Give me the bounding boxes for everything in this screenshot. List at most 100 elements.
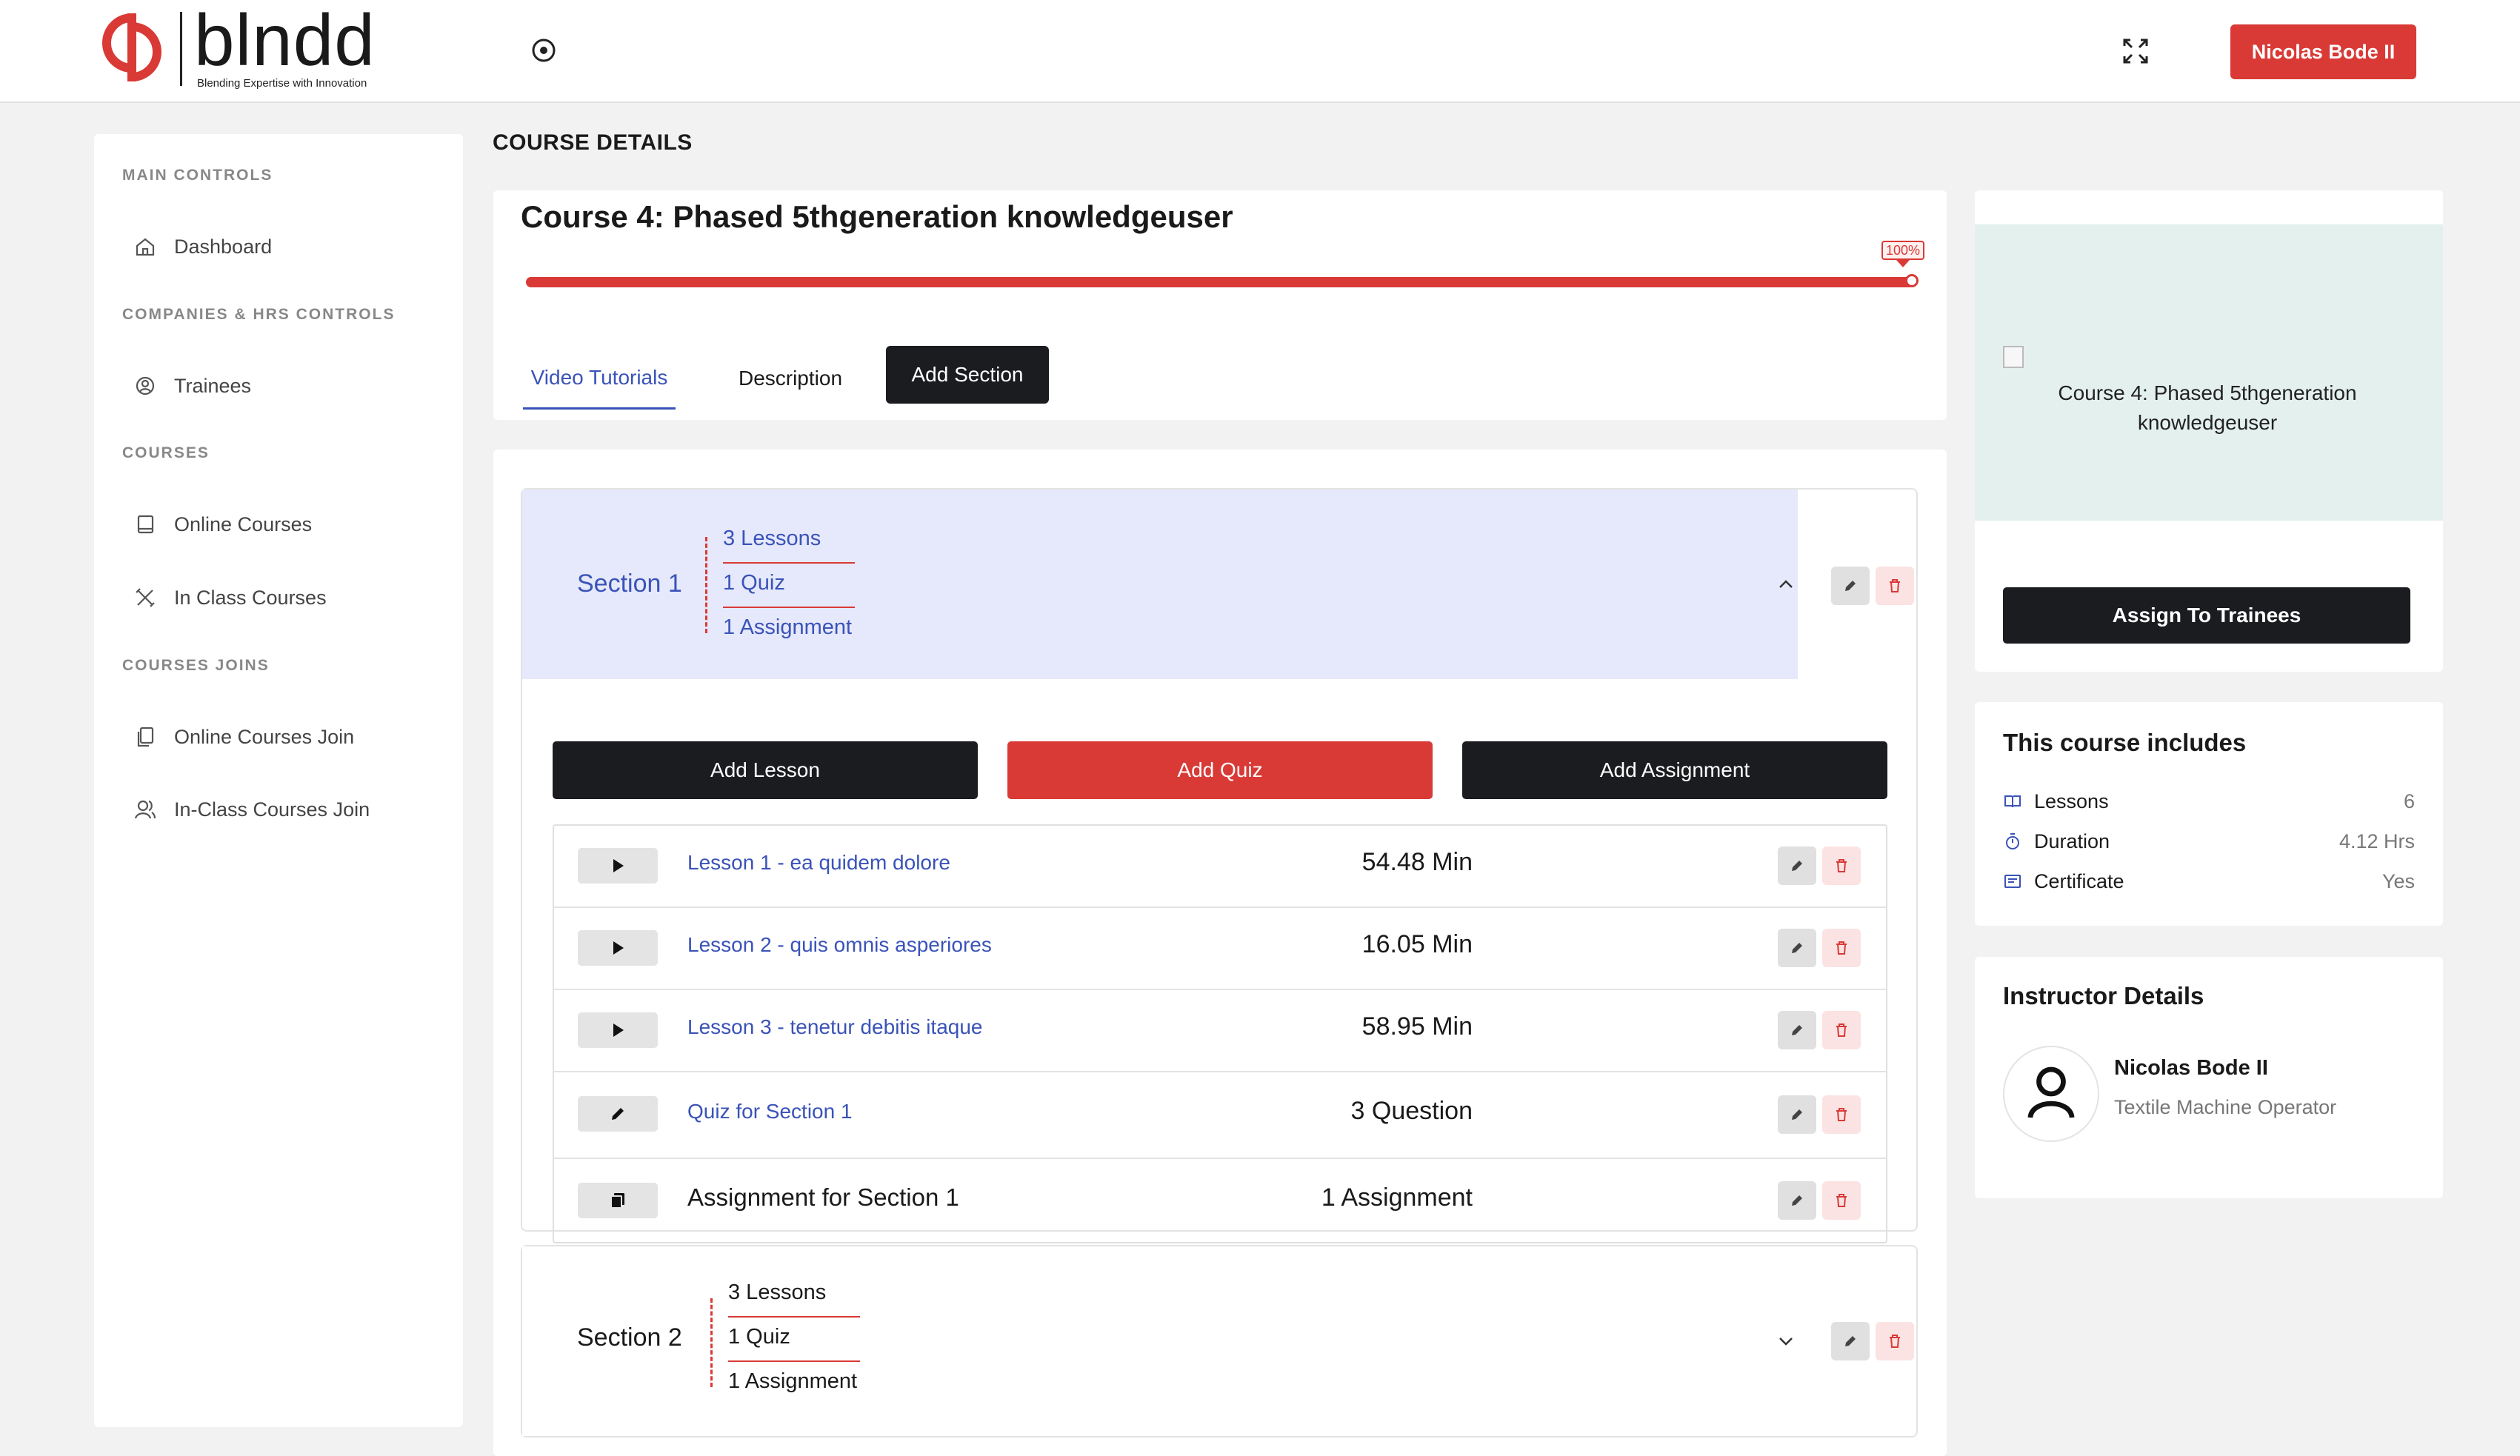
play-icon bbox=[608, 938, 627, 958]
copy-icon bbox=[608, 1191, 627, 1210]
progress-pointer bbox=[1896, 260, 1910, 267]
pencil-icon bbox=[1842, 1333, 1859, 1349]
chevron-up-icon[interactable] bbox=[1776, 574, 1796, 595]
list-item: Lesson 3 - tenetur debitis itaque 58.95 … bbox=[554, 990, 1886, 1072]
edit-row-button[interactable] bbox=[1778, 846, 1816, 885]
edit-row-button[interactable] bbox=[1778, 1011, 1816, 1049]
section-title: Section 1 bbox=[577, 570, 682, 598]
user-menu-button[interactable]: Nicolas Bode II bbox=[2230, 24, 2416, 79]
sections-panel: Section 1 3 Lessons 1 Quiz 1 Assignment … bbox=[493, 450, 1947, 1456]
sidebar-item-in-class-courses[interactable]: In Class Courses bbox=[134, 577, 445, 618]
fullscreen-icon[interactable] bbox=[2121, 37, 2150, 65]
edit-row-button[interactable] bbox=[1778, 1181, 1816, 1220]
add-section-button[interactable]: Add Section bbox=[886, 346, 1049, 404]
section-assignment-count: 1 Assignment bbox=[728, 1369, 858, 1393]
play-lesson-button[interactable] bbox=[578, 1012, 658, 1048]
lesson-list: Lesson 1 - ea quidem dolore 54.48 Min Le… bbox=[553, 824, 1887, 1243]
play-lesson-button[interactable] bbox=[578, 930, 658, 966]
logo-mark-icon[interactable] bbox=[102, 12, 170, 83]
section-header[interactable]: Section 1 3 Lessons 1 Quiz 1 Assignment bbox=[522, 490, 1798, 679]
tab-description[interactable]: Description bbox=[727, 347, 853, 410]
sidebar-item-label: In-Class Courses Join bbox=[174, 798, 370, 821]
edit-section-button[interactable] bbox=[1831, 1322, 1870, 1360]
count-underline bbox=[728, 1360, 860, 1362]
pencil-icon bbox=[1789, 858, 1805, 874]
edit-row-button[interactable] bbox=[1778, 929, 1816, 967]
sidebar-item-online-courses[interactable]: Online Courses bbox=[134, 504, 445, 545]
assignment-count: 1 Assignment bbox=[1321, 1183, 1473, 1212]
sidebar-item-in-class-courses-join[interactable]: In-Class Courses Join bbox=[134, 789, 445, 830]
sidebar-heading-courses-joins: COURSES JOINS bbox=[122, 657, 270, 674]
pencil-icon bbox=[1789, 1022, 1805, 1038]
sidebar-item-online-courses-join[interactable]: Online Courses Join bbox=[134, 716, 445, 758]
chevron-down-icon[interactable] bbox=[1776, 1331, 1796, 1352]
trash-icon bbox=[1833, 1022, 1850, 1038]
sidebar-heading-courses: COURSES bbox=[122, 444, 210, 461]
add-lesson-button[interactable]: Add Lesson bbox=[553, 741, 978, 799]
edit-row-button[interactable] bbox=[1778, 1095, 1816, 1134]
pencil-icon bbox=[1789, 1106, 1805, 1123]
quiz-title-link[interactable]: Quiz for Section 1 bbox=[687, 1100, 853, 1123]
sidebar-heading-main-controls: MAIN CONTROLS bbox=[122, 167, 273, 184]
delete-row-button[interactable] bbox=[1822, 1095, 1861, 1134]
lesson-title-link[interactable]: Lesson 2 - quis omnis asperiores bbox=[687, 933, 992, 957]
delete-row-button[interactable] bbox=[1822, 1011, 1861, 1049]
open-quiz-button[interactable] bbox=[578, 1096, 658, 1132]
section-card: Section 2 3 Lessons 1 Quiz 1 Assignment bbox=[521, 1245, 1918, 1437]
instructor-title: Instructor Details bbox=[2003, 982, 2204, 1009]
add-assignment-button[interactable]: Add Assignment bbox=[1462, 741, 1887, 799]
progress-bar bbox=[526, 277, 1914, 287]
include-label: Certificate bbox=[2034, 869, 2124, 892]
avatar bbox=[2003, 1046, 2099, 1142]
stopwatch-icon bbox=[2003, 832, 2034, 851]
include-value: 4.12 Hrs bbox=[2339, 829, 2415, 852]
sidebar-heading-companies: COMPANIES & HRS CONTROLS bbox=[122, 306, 396, 323]
sidebar-item-label: Trainees bbox=[174, 374, 252, 397]
list-item: Lesson 1 - ea quidem dolore 54.48 Min bbox=[554, 826, 1886, 908]
record-icon[interactable] bbox=[529, 36, 559, 65]
section-quiz-count: 1 Quiz bbox=[723, 571, 785, 595]
section-divider bbox=[705, 537, 707, 633]
delete-row-button[interactable] bbox=[1822, 929, 1861, 967]
count-underline bbox=[723, 607, 855, 608]
sidebar-item-label: Online Courses bbox=[174, 512, 313, 535]
list-item: Assignment for Section 1 1 Assignment bbox=[554, 1159, 1886, 1242]
play-icon bbox=[608, 856, 627, 875]
sidebar-item-trainees[interactable]: Trainees bbox=[134, 365, 445, 407]
progress-percent-label: 100% bbox=[1881, 241, 1924, 260]
tools-icon bbox=[134, 587, 174, 609]
add-quiz-button[interactable]: Add Quiz bbox=[1007, 741, 1433, 799]
lesson-title-link[interactable]: Lesson 3 - tenetur debitis itaque bbox=[687, 1015, 982, 1039]
delete-row-button[interactable] bbox=[1822, 1181, 1861, 1220]
pencil-icon bbox=[1789, 1192, 1805, 1209]
assign-to-trainees-button[interactable]: Assign To Trainees bbox=[2003, 587, 2410, 644]
assignment-title[interactable]: Assignment for Section 1 bbox=[687, 1183, 959, 1212]
certificate-icon bbox=[2003, 872, 2034, 891]
pencil-icon bbox=[1789, 940, 1805, 956]
trash-icon bbox=[1887, 578, 1903, 594]
lesson-title-link[interactable]: Lesson 1 - ea quidem dolore bbox=[687, 851, 950, 875]
delete-row-button[interactable] bbox=[1822, 846, 1861, 885]
sidebar-item-dashboard[interactable]: Dashboard bbox=[134, 226, 445, 267]
tab-video-tutorials[interactable]: Video Tutorials bbox=[523, 347, 676, 410]
include-item-lessons: Lessons 6 bbox=[2003, 787, 2415, 816]
section-card: Section 1 3 Lessons 1 Quiz 1 Assignment … bbox=[521, 488, 1918, 1243]
top-bar: blndd Blending Expertise with Innovation… bbox=[0, 0, 2520, 103]
delete-section-button[interactable] bbox=[1876, 1322, 1914, 1360]
quiz-question-count: 3 Question bbox=[1350, 1097, 1473, 1125]
logo-wordmark[interactable]: blndd bbox=[194, 0, 376, 84]
instructor-name[interactable]: Nicolas Bode II bbox=[2114, 1056, 2268, 1081]
section-header[interactable]: Section 2 3 Lessons 1 Quiz 1 Assignment bbox=[522, 1246, 1798, 1436]
course-header-card: Course 4: Phased 5thgeneration knowledge… bbox=[493, 190, 1947, 420]
play-lesson-button[interactable] bbox=[578, 848, 658, 884]
open-assignment-button[interactable] bbox=[578, 1183, 658, 1218]
list-item: Quiz for Section 1 3 Question bbox=[554, 1072, 1886, 1159]
course-thumbnail: Course 4: Phased 5thgeneration knowledge… bbox=[1975, 224, 2443, 521]
course-thumbnail-card: Course 4: Phased 5thgeneration knowledge… bbox=[1975, 190, 2443, 672]
section-lesson-count: 3 Lessons bbox=[723, 527, 821, 550]
pencil-icon bbox=[608, 1104, 627, 1123]
delete-section-button[interactable] bbox=[1876, 567, 1914, 605]
course-includes-card: This course includes Lessons 6 Duration … bbox=[1975, 702, 2443, 926]
include-label: Lessons bbox=[2034, 789, 2109, 812]
edit-section-button[interactable] bbox=[1831, 567, 1870, 605]
